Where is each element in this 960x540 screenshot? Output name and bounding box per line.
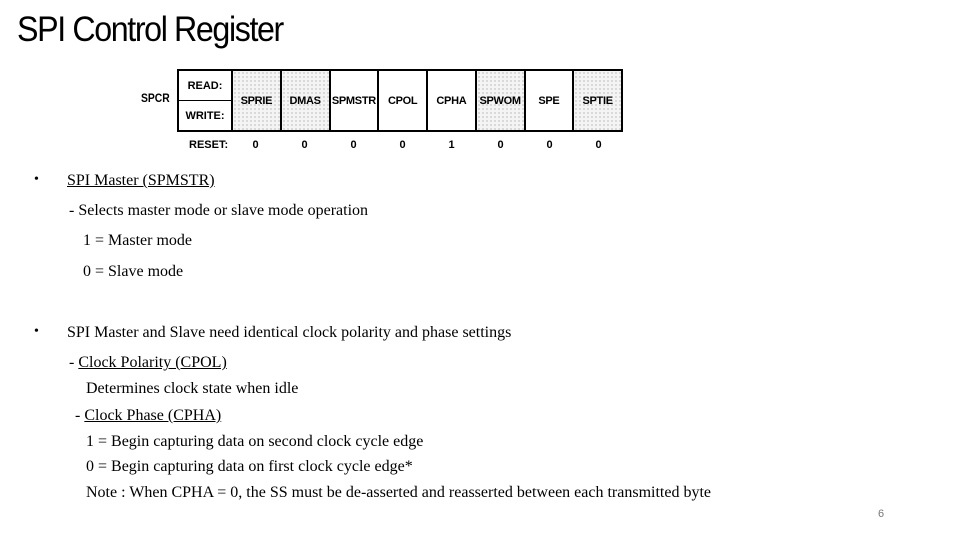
bullet-icon: •	[34, 324, 39, 339]
bullet-icon: •	[34, 172, 39, 187]
cpol-heading: Clock Polarity (CPOL)	[78, 354, 227, 371]
read-label: READ:	[179, 71, 231, 101]
cpol-subheading: - Clock Polarity (CPOL)	[69, 354, 227, 372]
reset-value: 0	[546, 139, 553, 151]
bit-cell: CPOL	[379, 71, 428, 130]
dash: -	[75, 407, 85, 424]
option-line: 1 = Begin capturing data on second clock…	[86, 433, 424, 450]
read-write-column: READ: WRITE:	[179, 71, 233, 130]
reset-value: 0	[595, 139, 602, 151]
bullet-heading: SPI Master (SPMSTR)	[67, 172, 215, 189]
register-name: SPCR	[141, 93, 170, 105]
reset-value: 0	[399, 139, 406, 151]
bit-cell: SPRIE	[233, 71, 282, 130]
reset-value: 0	[497, 139, 504, 151]
cpha-heading: Clock Phase (CPHA)	[84, 407, 222, 424]
reset-value: 0	[350, 139, 357, 151]
bullet-description: - Selects master mode or slave mode oper…	[69, 202, 369, 219]
reset-values-row: 0 0 0 0 1 0 0 0	[231, 139, 623, 151]
bit-cell: SPTIE	[574, 71, 621, 130]
bit-cell: SPMSTR	[331, 71, 380, 130]
bit-cell: DMAS	[281, 71, 331, 130]
note-line: Note : When CPHA = 0, the SS must be de-…	[86, 484, 712, 501]
bullet-heading: SPI Master and Slave need identical cloc…	[67, 324, 512, 341]
register-table: READ: WRITE: SPRIE DMAS SPMSTR CPOL CPHA…	[177, 69, 623, 132]
option-line: 1 = Master mode	[83, 232, 192, 249]
cpol-description: Determines clock state when idle	[86, 380, 299, 397]
bit-cell: CPHA	[428, 71, 477, 130]
option-line: 0 = Slave mode	[83, 263, 184, 280]
bit-cell: SPE	[526, 71, 575, 130]
reset-value: 0	[252, 139, 259, 151]
reset-value: 1	[448, 139, 455, 151]
dash: -	[69, 354, 79, 371]
reset-value: 0	[301, 139, 308, 151]
slide-title: SPI Control Register	[17, 10, 284, 49]
reset-label: RESET:	[189, 139, 229, 151]
write-label: WRITE:	[185, 109, 225, 122]
cpha-subheading: - Clock Phase (CPHA)	[75, 407, 221, 425]
option-line: 0 = Begin capturing data on first clock …	[86, 458, 413, 475]
page-number: 6	[878, 508, 885, 520]
bit-cell: SPWOM	[476, 71, 526, 130]
